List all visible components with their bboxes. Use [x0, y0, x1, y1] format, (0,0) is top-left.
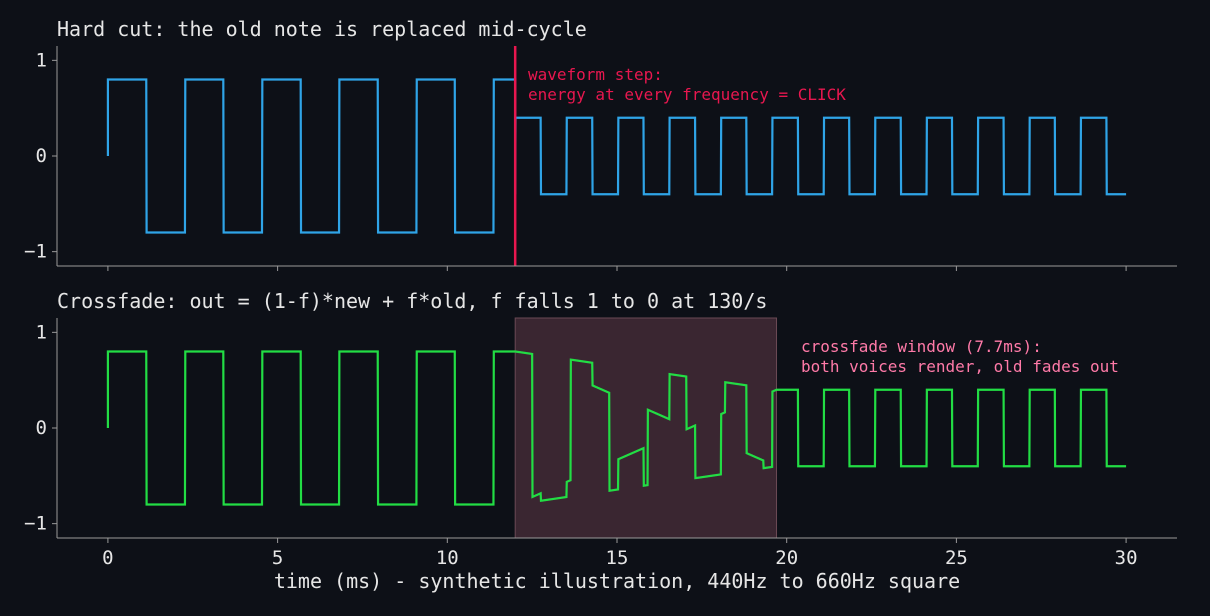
panel-2-annotation-line-2: both voices render, old fades out	[801, 357, 1119, 376]
crossfade-window-shade	[514, 317, 778, 539]
chart-figure: Hard cut: the old note is replaced mid-c…	[24, 17, 1177, 593]
panel-1-x-ticks	[107, 266, 1127, 271]
panel-2-x-ticks: 0 5 10 15 20 25 30	[102, 538, 1138, 569]
panel-1-annotation-line-2: energy at every frequency = CLICK	[528, 85, 846, 104]
panel-2-y-ticks: 1 0 −1	[24, 321, 57, 535]
y-tick-label: −1	[24, 241, 47, 263]
x-tick-label: 30	[1115, 547, 1138, 569]
panel-1-y-ticks: 1 0 −1	[24, 49, 57, 263]
y-tick-label: 0	[36, 417, 47, 439]
x-tick-label: 20	[775, 547, 798, 569]
panel-1-annotation-line-1: waveform step:	[528, 65, 663, 84]
y-tick-label: 1	[36, 321, 47, 343]
panel-hard-cut: Hard cut: the old note is replaced mid-c…	[24, 17, 1177, 271]
panel-2-annotation-line-1: crossfade window (7.7ms):	[801, 337, 1042, 356]
x-tick-label: 15	[606, 547, 629, 569]
x-tick-label: 0	[102, 547, 113, 569]
x-tick-label: 5	[272, 547, 283, 569]
x-tick-label: 10	[436, 547, 459, 569]
y-tick-label: 0	[36, 145, 47, 167]
y-tick-label: −1	[24, 513, 47, 535]
y-tick-label: 1	[36, 49, 47, 71]
panel-1-title: Hard cut: the old note is replaced mid-c…	[57, 17, 587, 41]
panel-crossfade: Crossfade: out = (1-f)*new + f*old, f fa…	[24, 289, 1177, 593]
x-tick-label: 25	[945, 547, 968, 569]
x-axis-label: time (ms) - synthetic illustration, 440H…	[274, 569, 960, 593]
panel-2-title: Crossfade: out = (1-f)*new + f*old, f fa…	[57, 289, 767, 313]
